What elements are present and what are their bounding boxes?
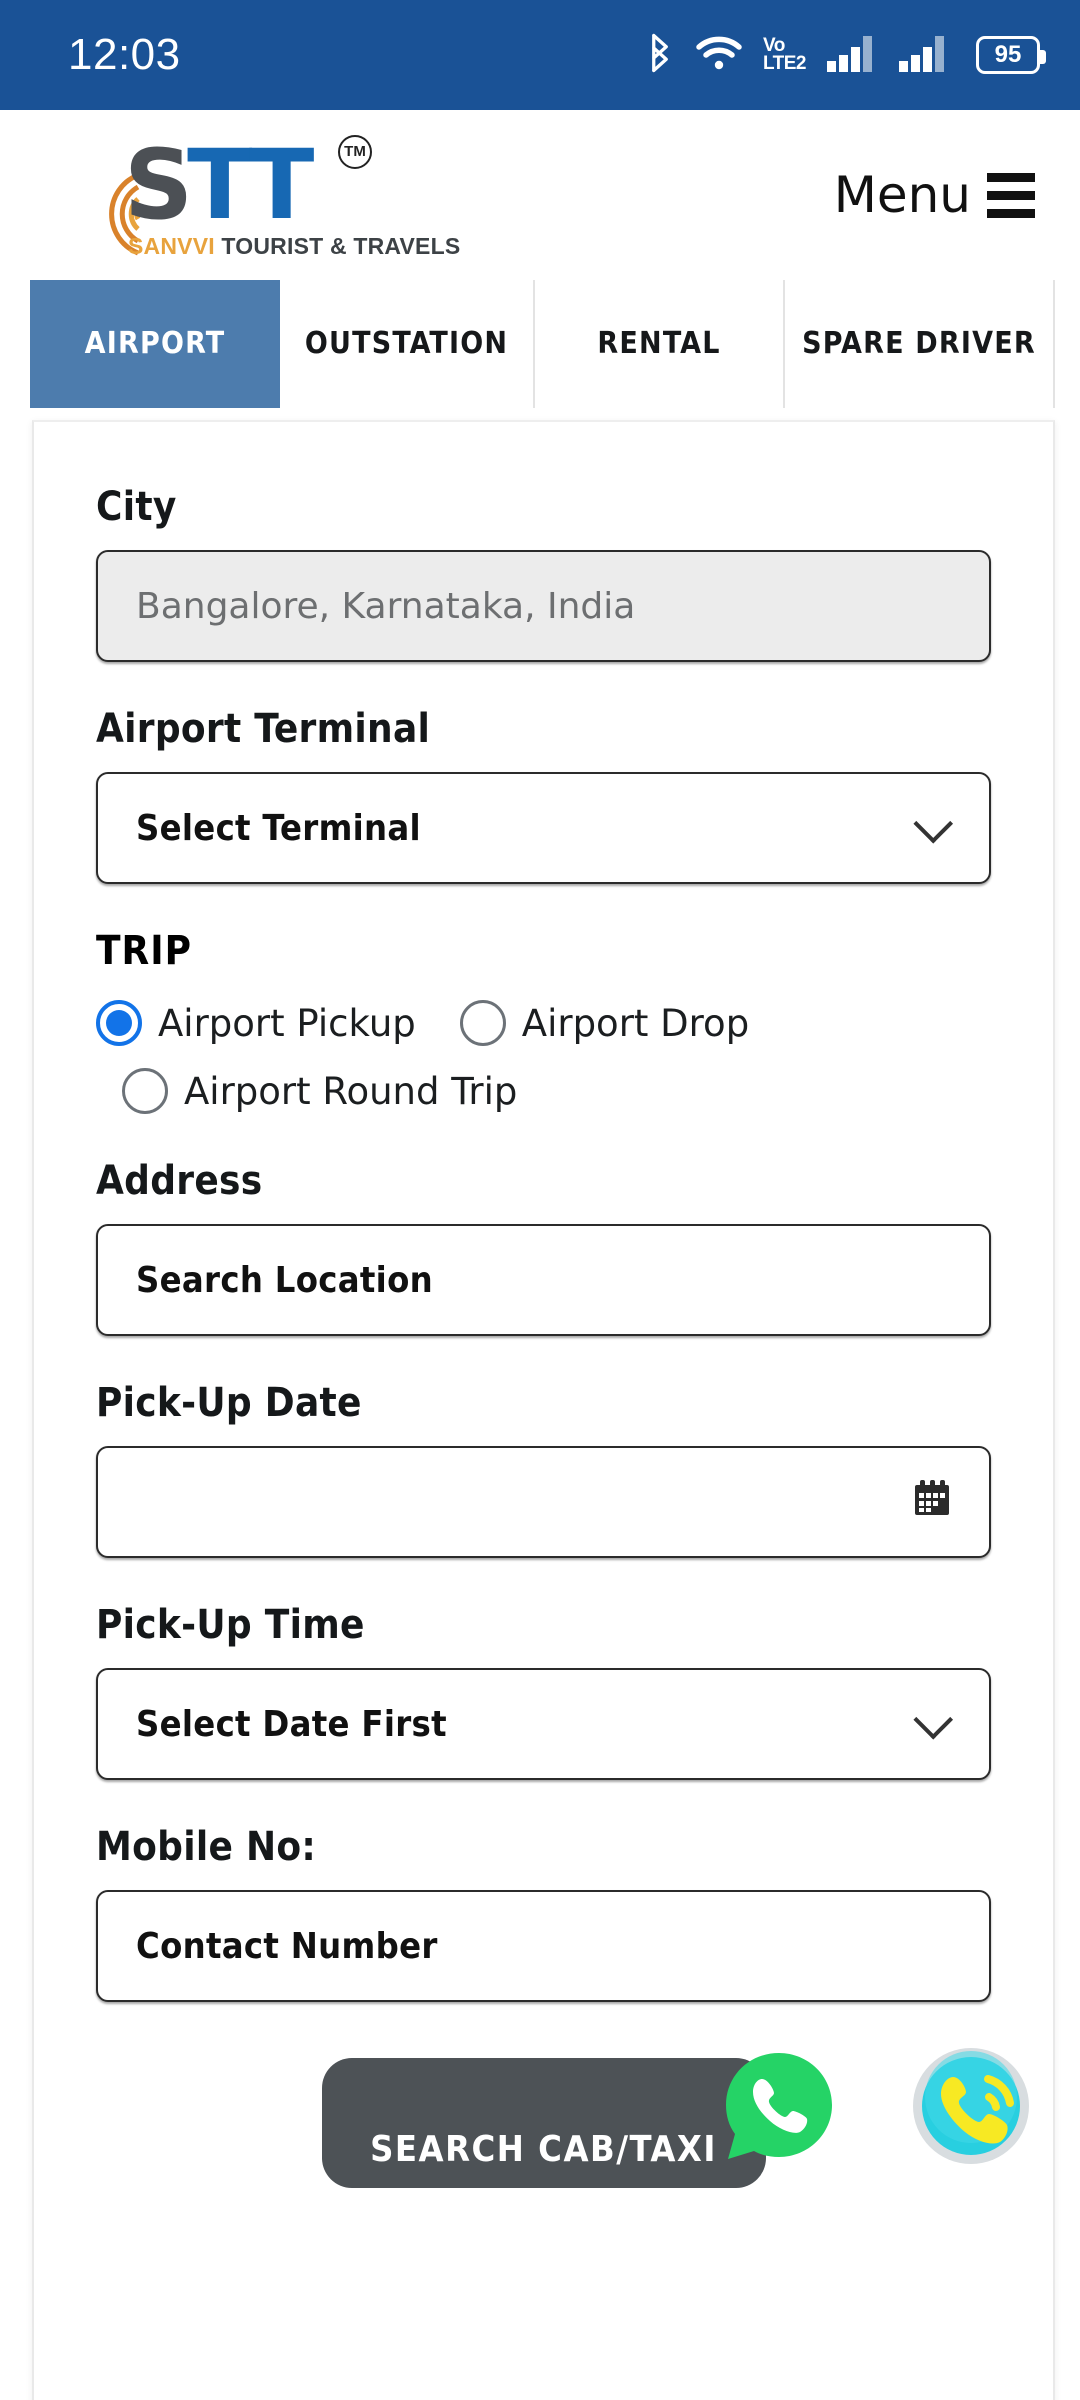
radio-airport-round-trip-label: Airport Round Trip — [184, 1069, 518, 1113]
menu-label: Menu — [833, 166, 971, 224]
signal-sim2-icon — [898, 33, 950, 78]
field-pickup-date: Pick-Up Date — [96, 1380, 991, 1558]
radio-airport-pickup[interactable]: Airport Pickup — [96, 1000, 416, 1046]
field-city: City Bangalore, Karnataka, India — [96, 484, 991, 662]
trip-label: TRIP — [96, 928, 193, 974]
booking-form-card: City Bangalore, Karnataka, India Airport… — [32, 420, 1055, 2400]
mobile-no-label: Mobile No: — [96, 1824, 317, 1870]
address-input[interactable]: Search Location — [96, 1224, 991, 1336]
terminal-label: Airport Terminal — [96, 706, 431, 752]
trip-radio-row-1: Airport Pickup Airport Drop — [96, 1000, 991, 1046]
tab-outstation[interactable]: OUTSTATION — [280, 280, 535, 408]
hamburger-icon — [987, 172, 1035, 218]
submit-row: SEARCH CAB/TAXI — [96, 2058, 991, 2188]
signal-sim1-icon — [826, 33, 878, 78]
mobile-no-input[interactable]: Contact Number — [96, 1890, 991, 2002]
radio-airport-round-trip-dot[interactable] — [122, 1068, 168, 1114]
logo-letter-t1: T — [187, 128, 255, 241]
terminal-selected-value: Select Terminal — [136, 807, 421, 849]
volte-icon: Vo LTE2 — [762, 36, 807, 74]
chevron-down-icon — [913, 1699, 954, 1740]
status-bar: 12:03 Vo LTE2 95 — [0, 0, 1080, 110]
logo-wordmark: STT — [124, 137, 314, 233]
terminal-select[interactable]: Select Terminal — [96, 772, 991, 884]
search-cab-button[interactable]: SEARCH CAB/TAXI — [321, 2058, 766, 2188]
calendar-icon[interactable] — [913, 1478, 951, 1527]
trademark-icon: TM — [338, 134, 372, 169]
radio-airport-round-trip[interactable]: Airport Round Trip — [122, 1068, 517, 1114]
pickup-time-selected-value: Select Date First — [136, 1703, 447, 1745]
field-airport-terminal: Airport Terminal Select Terminal — [96, 706, 991, 884]
logo-tagline-rest: TOURIST & TRAVELS — [214, 232, 461, 259]
tab-spare-driver[interactable]: SPARE DRIVER — [785, 280, 1053, 408]
battery-level-text: 95 — [994, 41, 1022, 68]
radio-airport-drop-dot[interactable] — [459, 1000, 506, 1046]
field-pickup-time: Pick-Up Time Select Date First — [96, 1602, 991, 1780]
pickup-time-select[interactable]: Select Date First — [96, 1668, 991, 1780]
pickup-date-label: Pick-Up Date — [96, 1380, 362, 1426]
volte-bottom: LTE2 — [762, 53, 807, 74]
battery-icon: 95 — [976, 36, 1046, 74]
pickup-date-input[interactable] — [96, 1446, 991, 1558]
logo-letter-t2: T — [248, 128, 315, 241]
whatsapp-button[interactable] — [718, 2045, 840, 2167]
site-header: STT TM SANVVI TOURIST & TRAVELS Menu — [0, 110, 1080, 280]
call-button[interactable] — [910, 2045, 1032, 2167]
radio-airport-pickup-label: Airport Pickup — [158, 1001, 416, 1045]
status-clock: 12:03 — [68, 30, 181, 79]
status-icons: Vo LTE2 95 — [645, 31, 1046, 80]
field-mobile-no: Mobile No: Contact Number — [96, 1824, 991, 2002]
field-address: Address Search Location — [96, 1158, 991, 1336]
city-label: City — [96, 484, 177, 530]
trip-radio-row-2: Airport Round Trip — [96, 1068, 991, 1114]
wifi-icon — [695, 35, 743, 76]
bluetooth-icon — [645, 31, 675, 80]
tab-airport[interactable]: AIRPORT — [30, 280, 280, 408]
menu-button[interactable]: Menu — [834, 166, 1035, 224]
pickup-time-label: Pick-Up Time — [96, 1602, 365, 1648]
brand-logo[interactable]: STT TM SANVVI TOURIST & TRAVELS — [80, 133, 460, 259]
logo-tagline-brand: SANVVI — [128, 232, 215, 259]
field-trip: TRIP Airport Pickup Airport Drop Airport… — [96, 928, 991, 1114]
tab-rental[interactable]: RENTAL — [535, 280, 785, 408]
radio-airport-drop[interactable]: Airport Drop — [459, 1000, 750, 1046]
logo-tagline: SANVVI TOURIST & TRAVELS — [128, 233, 460, 260]
address-label: Address — [96, 1158, 263, 1204]
chevron-down-icon — [913, 803, 954, 844]
radio-airport-pickup-dot[interactable] — [96, 1000, 142, 1046]
service-tab-bar: AIRPORT OUTSTATION RENTAL SPARE DRIVER — [30, 280, 1055, 408]
logo-letter-s: S — [124, 128, 193, 241]
city-input[interactable]: Bangalore, Karnataka, India — [96, 550, 991, 662]
radio-airport-drop-label: Airport Drop — [521, 1001, 750, 1045]
